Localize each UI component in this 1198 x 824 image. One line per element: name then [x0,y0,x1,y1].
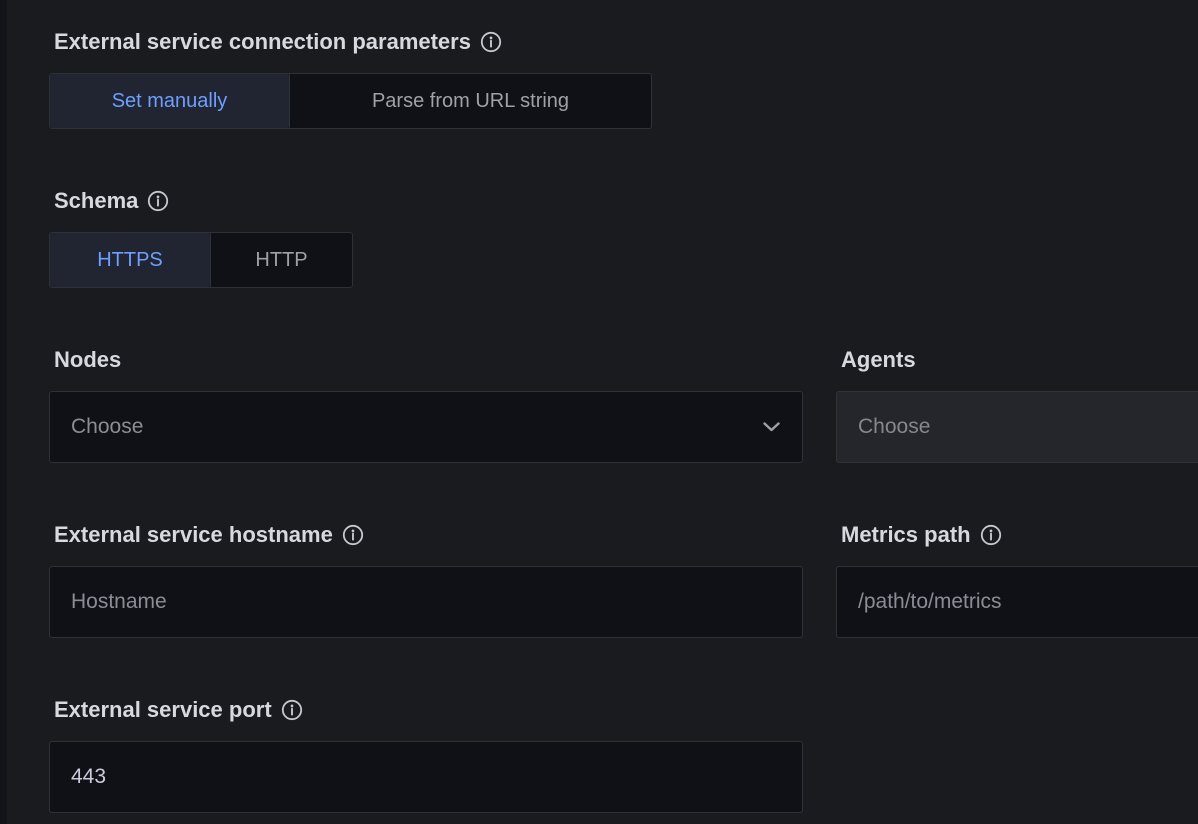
nodes-field-group: Nodes Choose [49,347,803,463]
section-port: External service port [49,697,1198,813]
radio-option-parse-from-url[interactable]: Parse from URL string [289,74,651,128]
left-edge-strip [0,0,7,824]
schema-label-text: Schema [54,188,138,214]
info-icon[interactable] [281,699,303,721]
port-input[interactable] [49,741,803,813]
connection-mode-radio-group: Set manually Parse from URL string [49,73,652,129]
agents-label-text: Agents [841,347,916,373]
connection-parameters-label: External service connection parameters [49,29,1198,55]
nodes-label: Nodes [49,347,803,373]
section-connection-parameters: External service connection parameters S… [49,29,1198,129]
radio-option-https[interactable]: HTTPS [50,233,210,287]
hostname-label-text: External service hostname [54,522,333,548]
hostname-label: External service hostname [49,522,803,548]
info-icon[interactable] [480,31,502,53]
nodes-select-placeholder: Choose [71,415,143,439]
nodes-label-text: Nodes [54,347,121,373]
agents-select-placeholder: Choose [858,415,930,439]
info-icon[interactable] [342,524,364,546]
metrics-path-field-group: Metrics path [836,522,1198,638]
port-label: External service port [49,697,1198,723]
hostname-field-group: External service hostname [49,522,803,638]
agents-select[interactable]: Choose [836,391,1198,463]
metrics-path-input[interactable] [836,566,1198,638]
metrics-path-label-text: Metrics path [841,522,971,548]
connection-parameters-label-text: External service connection parameters [54,29,471,55]
hostname-input[interactable] [49,566,803,638]
section-nodes-agents: Nodes Choose Agents Choose [49,347,1198,463]
info-icon[interactable] [980,524,1002,546]
nodes-select[interactable]: Choose [49,391,803,463]
section-hostname-metrics: External service hostname Metrics path [49,522,1198,638]
metrics-path-label: Metrics path [836,522,1198,548]
agents-label: Agents [836,347,1198,373]
info-icon[interactable] [147,190,169,212]
radio-option-http[interactable]: HTTP [210,233,352,287]
schema-label: Schema [49,188,1198,214]
schema-radio-group: HTTPS HTTP [49,232,353,288]
chevron-down-icon [763,422,780,432]
agents-field-group: Agents Choose [836,347,1198,463]
radio-option-set-manually[interactable]: Set manually [50,74,289,128]
section-schema: Schema HTTPS HTTP [49,188,1198,288]
port-label-text: External service port [54,697,272,723]
external-service-settings-form: External service connection parameters S… [49,29,1198,824]
